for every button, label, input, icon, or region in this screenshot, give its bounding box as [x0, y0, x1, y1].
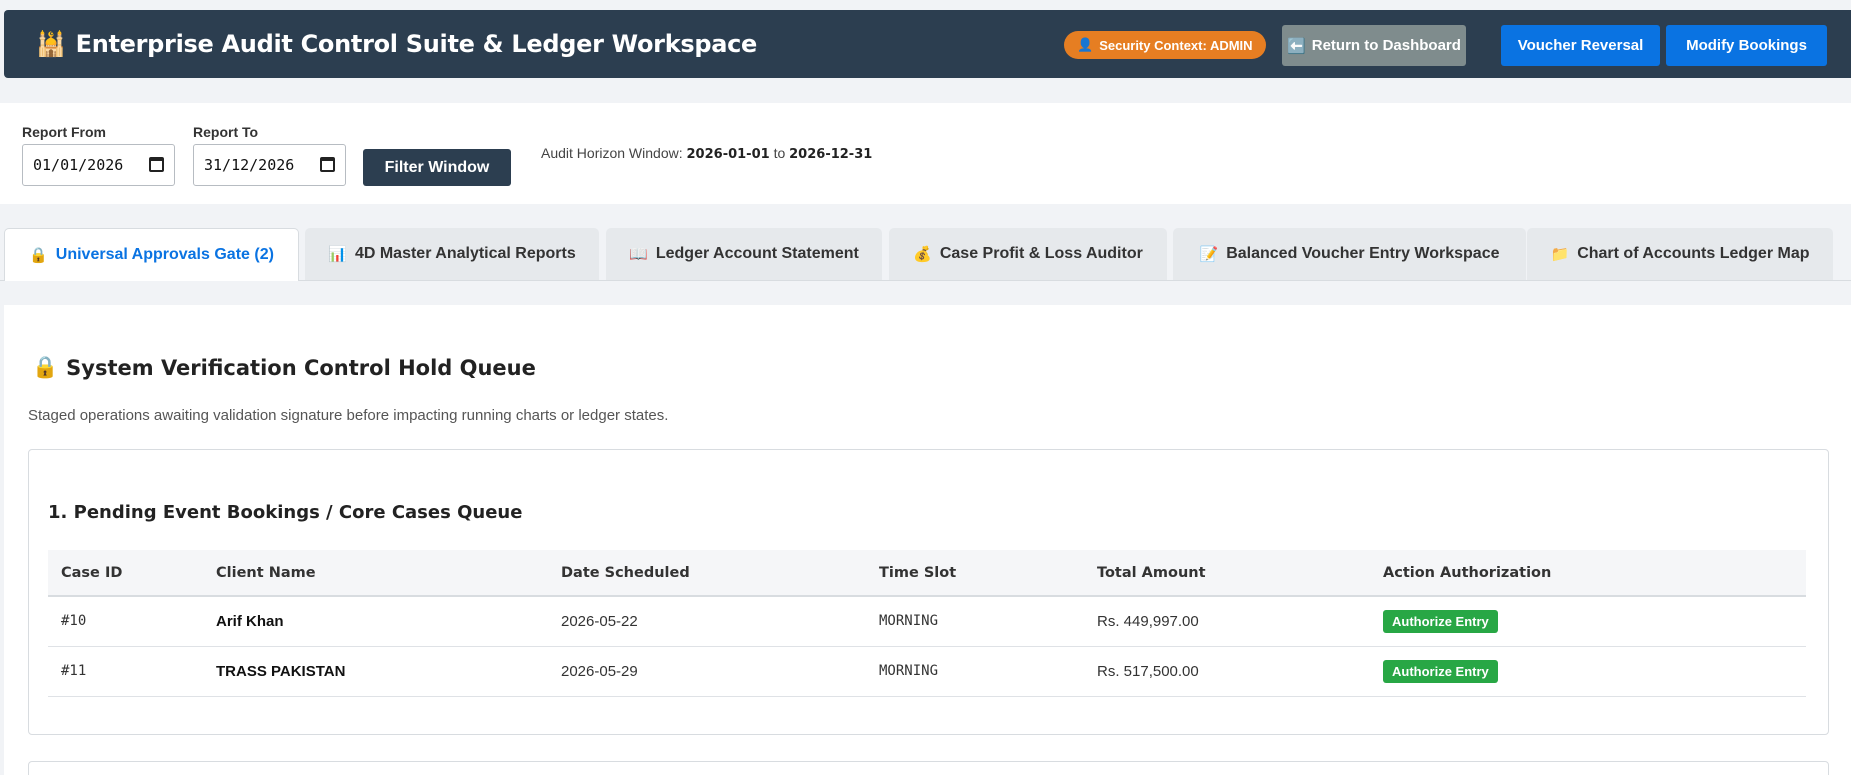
voucher-reversal-button[interactable]: Voucher Reversal — [1501, 25, 1660, 66]
user-icon: 👤 — [1077, 37, 1094, 52]
column-header: Action Authorization — [1383, 564, 1552, 581]
lock-icon: 🔒 — [32, 355, 59, 379]
book-icon: 📖 — [629, 246, 648, 263]
filter-window-button[interactable]: Filter Window — [363, 149, 511, 186]
folder-icon: 📁 — [1550, 246, 1570, 263]
security-context-label: Security Context: ADMIN — [1099, 37, 1253, 53]
table-header-row: Case ID Client Name Date Scheduled Time … — [48, 550, 1806, 596]
table-row: #11 TRASS PAKISTAN 2026-05-29 MORNING Rs… — [48, 646, 1806, 696]
arrow-left-icon: ⬅️ — [1287, 37, 1306, 55]
time-slot: MORNING — [879, 663, 939, 679]
memo-icon: 📝 — [1199, 246, 1219, 263]
section-subtitle: Staged operations awaiting validation si… — [28, 407, 669, 424]
client-name: TRASS PAKISTAN — [216, 662, 346, 680]
report-from-label: Report From — [22, 124, 106, 140]
security-context-badge: 👤 Security Context: ADMIN — [1064, 31, 1266, 59]
app-header: 🕌 Enterprise Audit Control Suite & Ledge… — [4, 10, 1851, 78]
report-to-label: Report To — [193, 124, 259, 140]
tab-balanced-voucher-entry-workspace[interactable]: 📝 Balanced Voucher Entry Workspace — [1173, 228, 1526, 280]
column-header: Case ID — [61, 564, 123, 581]
approvals-panel: 🔒 System Verification Control Hold Queue… — [4, 305, 1851, 775]
column-header: Total Amount — [1097, 564, 1206, 581]
pending-bookings-card: 1. Pending Event Bookings / Core Cases Q… — [28, 449, 1829, 735]
lock-icon: 🔒 — [29, 247, 48, 264]
authorize-entry-button[interactable]: Authorize Entry — [1383, 659, 1498, 683]
case-id: #11 — [61, 663, 87, 679]
table-row: #10 Arif Khan 2026-05-22 MORNING Rs. 449… — [48, 596, 1806, 646]
workspace-tabs: 🔒 Universal Approvals Gate (2) 📊 4D Mast… — [0, 228, 1851, 281]
section-title: 🔒 System Verification Control Hold Queue — [32, 355, 536, 380]
tab-case-profit-loss-auditor[interactable]: 💰 Case Profit & Loss Auditor — [889, 228, 1167, 280]
authorize-entry-button[interactable]: Authorize Entry — [1383, 609, 1498, 633]
total-amount: Rs. 449,997.00 — [1097, 612, 1199, 630]
date-scheduled: 2026-05-22 — [561, 612, 638, 630]
column-header: Client Name — [216, 564, 316, 581]
modify-bookings-button[interactable]: Modify Bookings — [1666, 25, 1827, 66]
column-header: Date Scheduled — [561, 564, 690, 581]
pending-bookings-title: 1. Pending Event Bookings / Core Cases Q… — [48, 502, 523, 523]
app-brand: 🕌 Enterprise Audit Control Suite & Ledge… — [36, 30, 757, 58]
audit-horizon-window: Audit Horizon Window: 2026-01-01 to 2026… — [541, 145, 873, 162]
column-header: Time Slot — [879, 564, 957, 581]
tab-4d-master-analytical-reports[interactable]: 📊 4D Master Analytical Reports — [305, 228, 599, 280]
report-from-date-input[interactable]: 01/01/2026 — [22, 144, 175, 186]
report-filter-bar: Report From 01/01/2026 Report To 31/12/2… — [0, 103, 1851, 204]
client-name: Arif Khan — [216, 612, 284, 630]
report-to-date-input[interactable]: 31/12/2026 — [193, 144, 346, 186]
next-queue-card — [28, 761, 1829, 775]
app-title: Enterprise Audit Control Suite & Ledger … — [75, 30, 758, 58]
tab-ledger-account-statement[interactable]: 📖 Ledger Account Statement — [606, 228, 882, 280]
return-to-dashboard-button[interactable]: ⬅️ Return to Dashboard — [1282, 25, 1466, 66]
money-bag-icon: 💰 — [913, 246, 932, 263]
tab-universal-approvals-gate[interactable]: 🔒 Universal Approvals Gate (2) — [4, 228, 299, 281]
pending-bookings-table: Case ID Client Name Date Scheduled Time … — [48, 550, 1806, 697]
case-id: #10 — [61, 613, 87, 630]
bar-chart-icon: 📊 — [328, 246, 347, 263]
tab-chart-of-accounts-ledger-map[interactable]: 📁 Chart of Accounts Ledger Map — [1527, 228, 1833, 280]
time-slot: MORNING — [879, 613, 939, 630]
calendar-icon[interactable] — [320, 157, 335, 172]
mosque-icon: 🕌 — [36, 30, 66, 58]
total-amount: Rs. 517,500.00 — [1097, 662, 1199, 680]
calendar-icon[interactable] — [149, 157, 164, 172]
date-scheduled: 2026-05-29 — [561, 662, 638, 680]
